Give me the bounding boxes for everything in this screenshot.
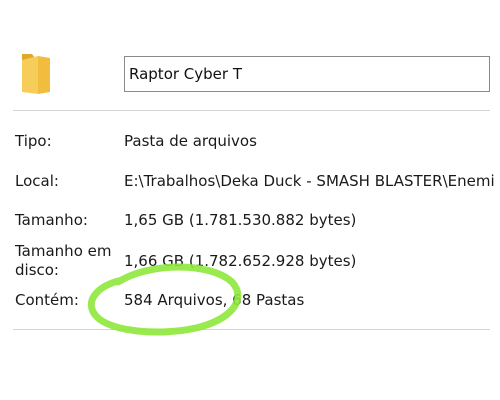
- folder-name-field[interactable]: [124, 56, 490, 92]
- folder-icon: [22, 54, 50, 94]
- contains-label: Contém:: [15, 291, 79, 309]
- divider: [13, 110, 490, 111]
- type-value: Pasta de arquivos: [124, 132, 257, 150]
- location-value: E:\Trabalhos\Deka Duck - SMASH BLASTER\E…: [124, 172, 495, 190]
- size-on-disk-value: 1,66 GB (1.782.652.928 bytes): [124, 252, 357, 270]
- size-label: Tamanho:: [15, 211, 88, 229]
- size-on-disk-label: Tamanho em disco:: [15, 242, 112, 279]
- divider: [13, 329, 490, 330]
- folder-properties-panel: Tipo: Pasta de arquivos Local: E:\Trabal…: [0, 0, 500, 400]
- size-value: 1,65 GB (1.781.530.882 bytes): [124, 211, 357, 229]
- contains-value: 584 Arquivos, 68 Pastas: [124, 291, 305, 309]
- type-label: Tipo:: [15, 132, 52, 150]
- location-label: Local:: [15, 172, 59, 190]
